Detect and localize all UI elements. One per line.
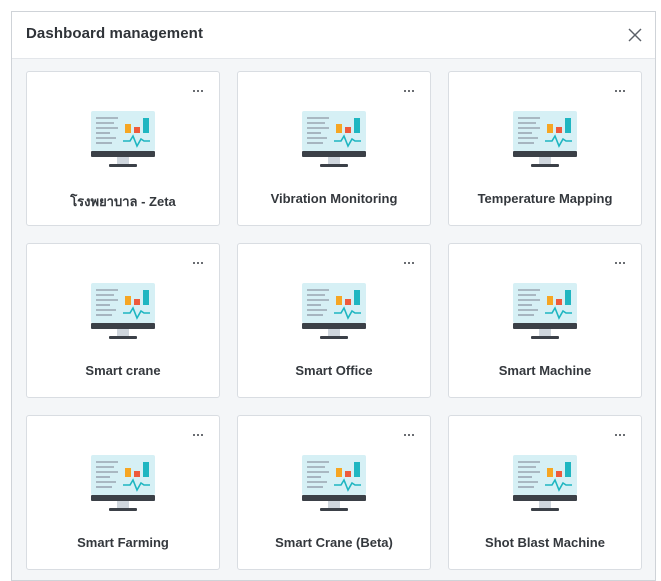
- dashboard-monitor-icon: [90, 454, 156, 514]
- dashboard-card[interactable]: Vibration Monitoring: [237, 71, 431, 226]
- dashboard-monitor-icon: [512, 110, 578, 170]
- more-horizontal-icon[interactable]: [404, 260, 416, 266]
- more-horizontal-icon[interactable]: [404, 88, 416, 94]
- dashboard-card[interactable]: Smart Farming: [26, 415, 220, 570]
- dashboard-card-label: Smart Office: [295, 363, 373, 378]
- dashboard-monitor-icon: [90, 110, 156, 170]
- modal-title: Dashboard management: [26, 25, 204, 42]
- dashboard-card-label: Shot Blast Machine: [485, 535, 605, 550]
- dashboard-card[interactable]: Shot Blast Machine: [448, 415, 642, 570]
- more-horizontal-icon[interactable]: [615, 260, 627, 266]
- close-icon: [628, 28, 642, 42]
- dashboard-card[interactable]: Smart Office: [237, 243, 431, 398]
- more-horizontal-icon[interactable]: [404, 432, 416, 438]
- dashboard-card[interactable]: Smart Crane (Beta): [237, 415, 431, 570]
- more-horizontal-icon[interactable]: [193, 260, 205, 266]
- dashboard-card[interactable]: Smart Machine: [448, 243, 642, 398]
- dashboard-monitor-icon: [301, 454, 367, 514]
- more-horizontal-icon[interactable]: [193, 432, 205, 438]
- dashboard-management-modal: Dashboard management โรงพยาบาล - Zeta Vib…: [11, 11, 656, 581]
- dashboard-monitor-icon: [301, 110, 367, 170]
- dashboard-card-label: Smart Farming: [77, 535, 169, 550]
- more-horizontal-icon[interactable]: [615, 88, 627, 94]
- modal-header: Dashboard management: [12, 12, 655, 59]
- dashboard-card[interactable]: Temperature Mapping: [448, 71, 642, 226]
- dashboard-card-label: Smart Machine: [498, 363, 592, 378]
- dashboard-card-label: โรงพยาบาล - Zeta: [70, 194, 176, 209]
- dashboard-monitor-icon: [512, 282, 578, 342]
- more-horizontal-icon[interactable]: [193, 88, 205, 94]
- dashboard-card[interactable]: โรงพยาบาล - Zeta: [26, 71, 220, 226]
- dashboard-card-label: Smart crane: [85, 363, 161, 378]
- dashboard-card-label: Vibration Monitoring: [270, 191, 398, 206]
- dashboard-card[interactable]: Smart crane: [26, 243, 220, 398]
- dashboard-card-label: Smart Crane (Beta): [275, 535, 393, 550]
- more-horizontal-icon[interactable]: [615, 432, 627, 438]
- close-button[interactable]: [625, 25, 645, 45]
- dashboard-monitor-icon: [301, 282, 367, 342]
- dashboard-monitor-icon: [90, 282, 156, 342]
- dashboard-card-label: Temperature Mapping: [477, 191, 613, 206]
- dashboard-monitor-icon: [512, 454, 578, 514]
